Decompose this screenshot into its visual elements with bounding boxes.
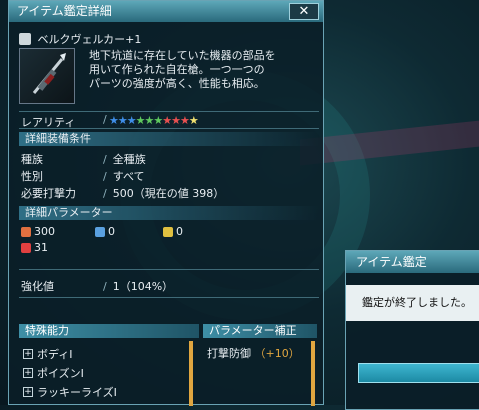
- rarity-star-icon: ★: [180, 114, 190, 127]
- rarity-star-icon: ★: [109, 114, 119, 127]
- window-titlebar: アイテム鑑定詳細 ✕: [9, 1, 323, 22]
- race-value-row: / 全種族: [103, 153, 146, 166]
- divider: [19, 128, 319, 129]
- item-name: ベルクヴェルカー+1: [37, 33, 142, 46]
- divider: [19, 269, 319, 270]
- close-button[interactable]: ✕: [289, 3, 319, 20]
- param-value: 31: [34, 241, 48, 254]
- expand-icon: +: [23, 387, 33, 397]
- gender-value: すべて: [112, 170, 145, 183]
- enhancement-value-row: /1（104%）: [103, 280, 174, 293]
- ranged-attack-icon: [95, 226, 105, 237]
- param-element: 31: [21, 241, 48, 254]
- enhancement-value: 1（104%）: [112, 280, 174, 293]
- ability-name: ラッキーライズI: [37, 386, 117, 399]
- rarity-star-icon: ★: [171, 114, 181, 127]
- tech-attack-icon: [163, 226, 173, 237]
- required-striking-row: /500（現在の値 398）: [103, 187, 225, 200]
- param-tech-attack: 0: [163, 225, 183, 238]
- dialog-title: アイテム鑑定: [346, 251, 479, 273]
- weapon-tag-icon: [19, 33, 31, 45]
- item-name-row: ベルクヴェルカー+1: [19, 31, 319, 47]
- ability-name: ポイズンI: [37, 367, 84, 380]
- gender-label: 性別: [21, 170, 43, 183]
- ability-item[interactable]: + ポイズンI: [23, 365, 84, 381]
- item-description: 地下坑道に存在していた機器の部品を 用いて作られた自在槍。一つ一つの パーツの強…: [89, 49, 319, 91]
- dialog-ok-button[interactable]: [358, 363, 479, 383]
- divider: [19, 297, 319, 298]
- rarity-star-icon: ★: [153, 114, 163, 127]
- item-appraisal-detail-window: アイテム鑑定詳細 ✕ ベルクヴェルカー+1 地下坑道に存在していた機器の部品を …: [8, 0, 324, 406]
- rarity-stars: ★★★★★★★★★★: [109, 114, 199, 127]
- item-thumbnail: [19, 48, 75, 104]
- gender-value-row: / すべて: [103, 170, 145, 183]
- race-label: 種族: [21, 153, 43, 166]
- param-correction-text: 打撃防御: [207, 347, 251, 360]
- required-striking-label: 必要打撃力: [21, 187, 76, 200]
- param-correction-row: 打撃防御 （+10）: [207, 345, 300, 361]
- description-line: パーツの強度が高く、性能も相応。: [89, 77, 265, 90]
- param-value: 0: [176, 225, 183, 238]
- param-ranged-attack: 0: [95, 225, 115, 238]
- requirements-header: 詳細装備条件: [19, 132, 319, 146]
- rarity-star-icon: ★: [126, 114, 137, 127]
- race-value: 全種族: [112, 153, 146, 166]
- element-fire-icon: [21, 242, 31, 253]
- ability-name: ボディI: [37, 348, 73, 361]
- expand-icon: +: [23, 368, 33, 378]
- param-value: 0: [108, 225, 115, 238]
- divider: [19, 111, 319, 112]
- required-striking-value: 500（現在の値 398）: [112, 187, 225, 200]
- param-striking-attack: 300: [21, 225, 55, 238]
- enhancement-label: 強化値: [21, 280, 54, 293]
- dialog-message: 鑑定が終了しました。: [346, 285, 479, 321]
- description-line: 用いて作られた自在槍。一つ一つの: [89, 63, 265, 76]
- param-correction-bonus: （+10）: [254, 347, 300, 360]
- abilities-scrollbar-thumb[interactable]: [189, 341, 193, 406]
- rarity-star-icon: ★: [188, 114, 199, 127]
- rarity-star-icon: ★: [135, 114, 146, 127]
- ability-item[interactable]: + ボディI: [23, 346, 72, 362]
- partizan-weapon-icon: [32, 53, 66, 94]
- parameters-header: 詳細パラメーター: [19, 206, 319, 220]
- description-line: 地下坑道に存在していた機器の部品を: [89, 49, 276, 62]
- param-correction-scrollbar-thumb[interactable]: [311, 341, 315, 406]
- rarity-star-icon: ★: [162, 114, 172, 127]
- param-value: 300: [34, 225, 55, 238]
- window-title: アイテム鑑定詳細: [17, 4, 112, 18]
- expand-icon: +: [23, 349, 33, 359]
- abilities-header: 特殊能力: [19, 324, 199, 338]
- param-correction-header: パラメーター補正: [203, 324, 317, 338]
- appraisal-dialog: アイテム鑑定 鑑定が終了しました。: [345, 250, 479, 410]
- ability-item[interactable]: + ラッキーライズI: [23, 384, 117, 400]
- striking-attack-icon: [21, 226, 31, 237]
- rarity-star-icon: ★: [117, 114, 128, 127]
